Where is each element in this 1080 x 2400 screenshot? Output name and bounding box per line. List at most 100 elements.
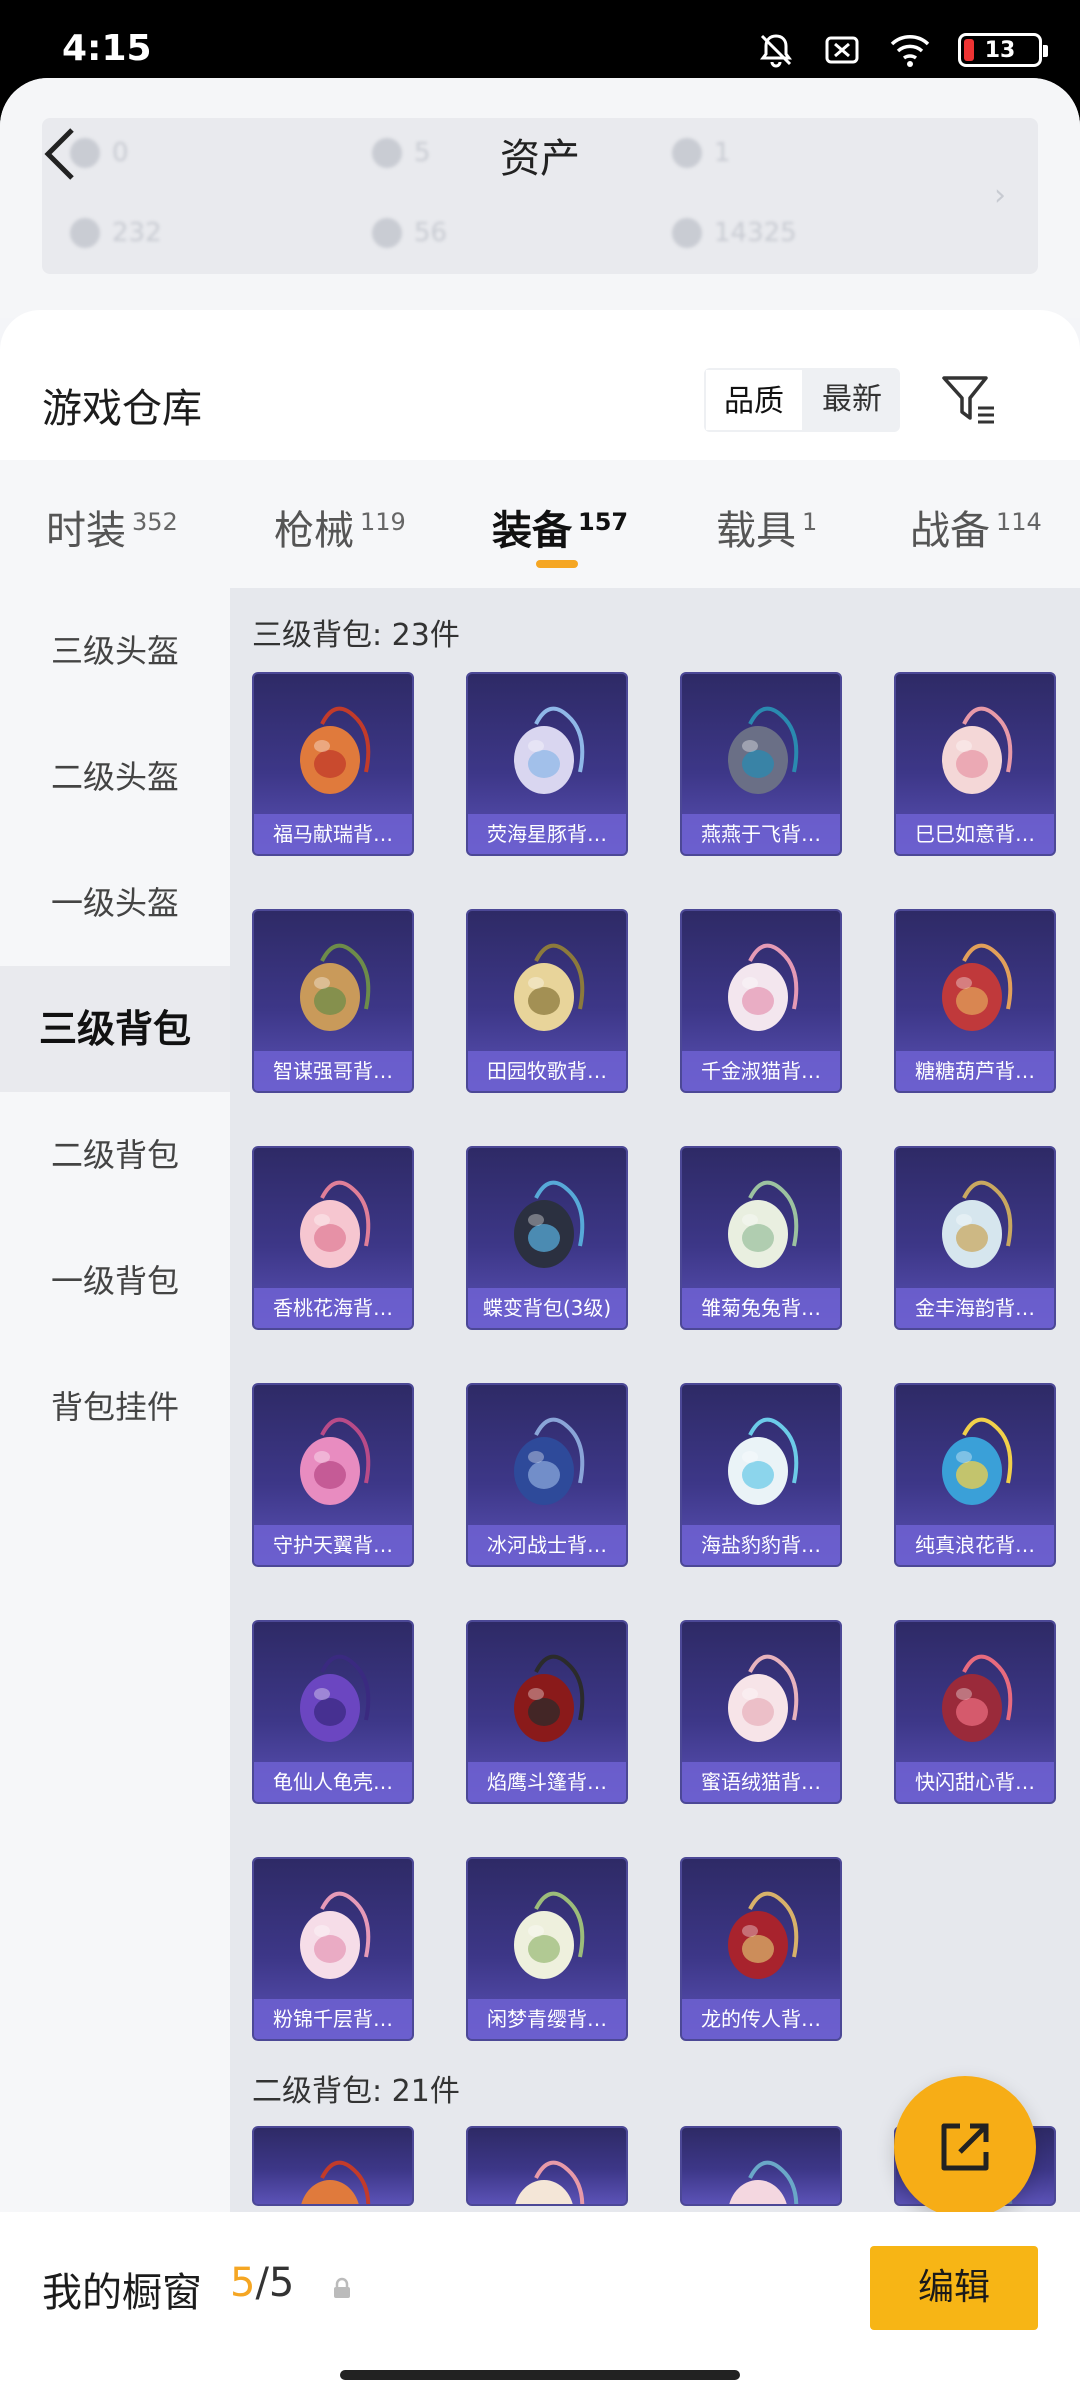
sort-toggle: 品质 最新 bbox=[704, 368, 900, 432]
backpack-icon bbox=[729, 2160, 799, 2204]
item-name: 海盐豹豹背… bbox=[682, 1525, 840, 1565]
sidebar-item-backpack-3[interactable]: 三级背包 bbox=[0, 966, 230, 1092]
item-card[interactable]: 龟仙人龟壳… bbox=[252, 1620, 414, 1804]
item-card[interactable]: 蝶变背包(3级) bbox=[466, 1146, 628, 1330]
item-name: 纯真浪花背… bbox=[896, 1525, 1054, 1565]
item-card[interactable]: 香桃花海背… bbox=[252, 1146, 414, 1330]
sort-quality-button[interactable]: 品质 bbox=[704, 368, 804, 432]
page-title: 资产 bbox=[500, 136, 580, 182]
item-name: 粉锦千层背… bbox=[254, 1999, 412, 2039]
item-name: 雏菊兔兔背… bbox=[682, 1288, 840, 1328]
section-title: 三级背包: 23件 bbox=[252, 618, 460, 653]
item-card[interactable]: 智谋强哥背… bbox=[252, 909, 414, 1093]
category-tabs: 时装 352 枪械 119 装备 157 载具 1 战备 114 bbox=[0, 460, 1080, 588]
status-time: 4:15 bbox=[62, 28, 152, 69]
item-card[interactable]: 千金淑猫背… bbox=[680, 909, 842, 1093]
asset-value: 232 bbox=[70, 218, 162, 248]
battery-level: 13 bbox=[984, 37, 1016, 63]
sort-latest-button[interactable]: 最新 bbox=[804, 368, 900, 432]
item-name: 守护天翼背… bbox=[254, 1525, 412, 1565]
sidebar-item-helmet-1[interactable]: 一级头盔 bbox=[0, 840, 230, 966]
item-card[interactable] bbox=[252, 2126, 414, 2206]
item-name: 千金淑猫背… bbox=[682, 1051, 840, 1091]
sidebar-item-backpack-charm[interactable]: 背包挂件 bbox=[0, 1344, 230, 1470]
chevron-right-icon[interactable]: › bbox=[994, 178, 1006, 213]
backpack-icon bbox=[728, 943, 799, 1031]
item-card[interactable]: 荧海星豚背… bbox=[466, 672, 628, 856]
item-card[interactable]: 纯真浪花背… bbox=[894, 1383, 1056, 1567]
sidebar-item-backpack-2[interactable]: 二级背包 bbox=[0, 1092, 230, 1218]
backpack-icon bbox=[514, 706, 585, 794]
tab-combat-gear[interactable]: 战备 114 bbox=[910, 498, 1042, 556]
bell-muted-icon bbox=[760, 34, 792, 68]
backpack-icon bbox=[942, 943, 1013, 1031]
tab-vehicles[interactable]: 载具 1 bbox=[716, 498, 817, 556]
external-link-icon bbox=[941, 2123, 989, 2171]
item-card[interactable]: 快闪甜心背… bbox=[894, 1620, 1056, 1804]
sidebar-item-helmet-2[interactable]: 二级头盔 bbox=[0, 714, 230, 840]
active-tab-indicator bbox=[536, 560, 578, 568]
backpack-icon bbox=[300, 1417, 371, 1505]
showcase-title: 我的橱窗 bbox=[42, 2270, 202, 2316]
sidebar-item-backpack-1[interactable]: 一级背包 bbox=[0, 1218, 230, 1344]
home-indicator[interactable] bbox=[340, 2370, 740, 2380]
battery-indicator: 13 bbox=[958, 33, 1048, 67]
item-name: 智谋强哥背… bbox=[254, 1051, 412, 1091]
backpack-icon bbox=[301, 2160, 371, 2204]
item-name: 冰河战士背… bbox=[468, 1525, 626, 1565]
item-card[interactable]: 海盐豹豹背… bbox=[680, 1383, 842, 1567]
backpack-icon bbox=[300, 706, 371, 794]
subcategory-sidebar: 三级头盔 二级头盔 一级头盔 三级背包 二级背包 一级背包 背包挂件 bbox=[0, 588, 230, 2228]
item-card[interactable] bbox=[680, 2126, 842, 2206]
share-button[interactable] bbox=[894, 2076, 1036, 2218]
item-card[interactable]: 龙的传人背… bbox=[680, 1857, 842, 2041]
backpack-icon bbox=[515, 2160, 585, 2204]
backpack-icon bbox=[728, 1417, 799, 1505]
item-name: 龙的传人背… bbox=[682, 1999, 840, 2039]
item-card[interactable]: 田园牧歌背… bbox=[466, 909, 628, 1093]
item-card[interactable]: 燕燕于飞背… bbox=[680, 672, 842, 856]
backpack-icon bbox=[514, 1654, 585, 1742]
item-name: 糖糖葫芦背… bbox=[896, 1051, 1054, 1091]
backpack-icon bbox=[300, 943, 371, 1031]
backpack-icon bbox=[728, 1891, 799, 1979]
item-name: 巳巳如意背… bbox=[896, 814, 1054, 854]
item-card[interactable]: 巳巳如意背… bbox=[894, 672, 1056, 856]
tab-fashion[interactable]: 时装 352 bbox=[46, 498, 178, 556]
asset-header: 0 5 1 232 56 14325 资产 › bbox=[0, 78, 1080, 318]
item-card[interactable]: 闲梦青缨背… bbox=[466, 1857, 628, 2041]
back-arrow-icon[interactable] bbox=[38, 124, 82, 184]
backpack-icon bbox=[514, 1180, 585, 1268]
item-card[interactable]: 糖糖葫芦背… bbox=[894, 909, 1056, 1093]
item-name: 田园牧歌背… bbox=[468, 1051, 626, 1091]
backpack-icon bbox=[300, 1654, 371, 1742]
status-icons: 13 bbox=[756, 30, 1048, 70]
item-name: 蜜语绒猫背… bbox=[682, 1762, 840, 1802]
item-name: 焰鹰斗篷背… bbox=[468, 1762, 626, 1802]
item-card[interactable]: 粉锦千层背… bbox=[252, 1857, 414, 2041]
item-card[interactable]: 雏菊兔兔背… bbox=[680, 1146, 842, 1330]
filter-icon[interactable] bbox=[940, 370, 1000, 430]
item-card[interactable]: 焰鹰斗篷背… bbox=[466, 1620, 628, 1804]
item-card[interactable]: 金丰海韵背… bbox=[894, 1146, 1056, 1330]
tab-equipment[interactable]: 装备 157 bbox=[492, 498, 628, 556]
backpack-icon bbox=[942, 1417, 1013, 1505]
item-name: 闲梦青缨背… bbox=[468, 1999, 626, 2039]
item-card[interactable]: 守护天翼背… bbox=[252, 1383, 414, 1567]
sidebar-item-helmet-3[interactable]: 三级头盔 bbox=[0, 588, 230, 714]
tab-weapons[interactable]: 枪械 119 bbox=[274, 498, 406, 556]
backpack-icon bbox=[728, 706, 799, 794]
app-screen: 0 5 1 232 56 14325 资产 › 游戏仓库 品质 最新 时装 352 bbox=[0, 78, 1080, 2400]
item-card[interactable]: 福马献瑞背… bbox=[252, 672, 414, 856]
item-card[interactable]: 冰河战士背… bbox=[466, 1383, 628, 1567]
backpack-icon bbox=[300, 1891, 371, 1979]
item-name: 龟仙人龟壳… bbox=[254, 1762, 412, 1802]
backpack-icon bbox=[942, 1180, 1013, 1268]
item-card[interactable] bbox=[466, 2126, 628, 2206]
edit-button[interactable]: 编辑 bbox=[870, 2246, 1038, 2330]
item-card[interactable]: 蜜语绒猫背… bbox=[680, 1620, 842, 1804]
item-name: 蝶变背包(3级) bbox=[468, 1288, 626, 1328]
warehouse-title: 游戏仓库 bbox=[42, 386, 202, 432]
backpack-icon bbox=[942, 1654, 1013, 1742]
item-name: 快闪甜心背… bbox=[896, 1762, 1054, 1802]
